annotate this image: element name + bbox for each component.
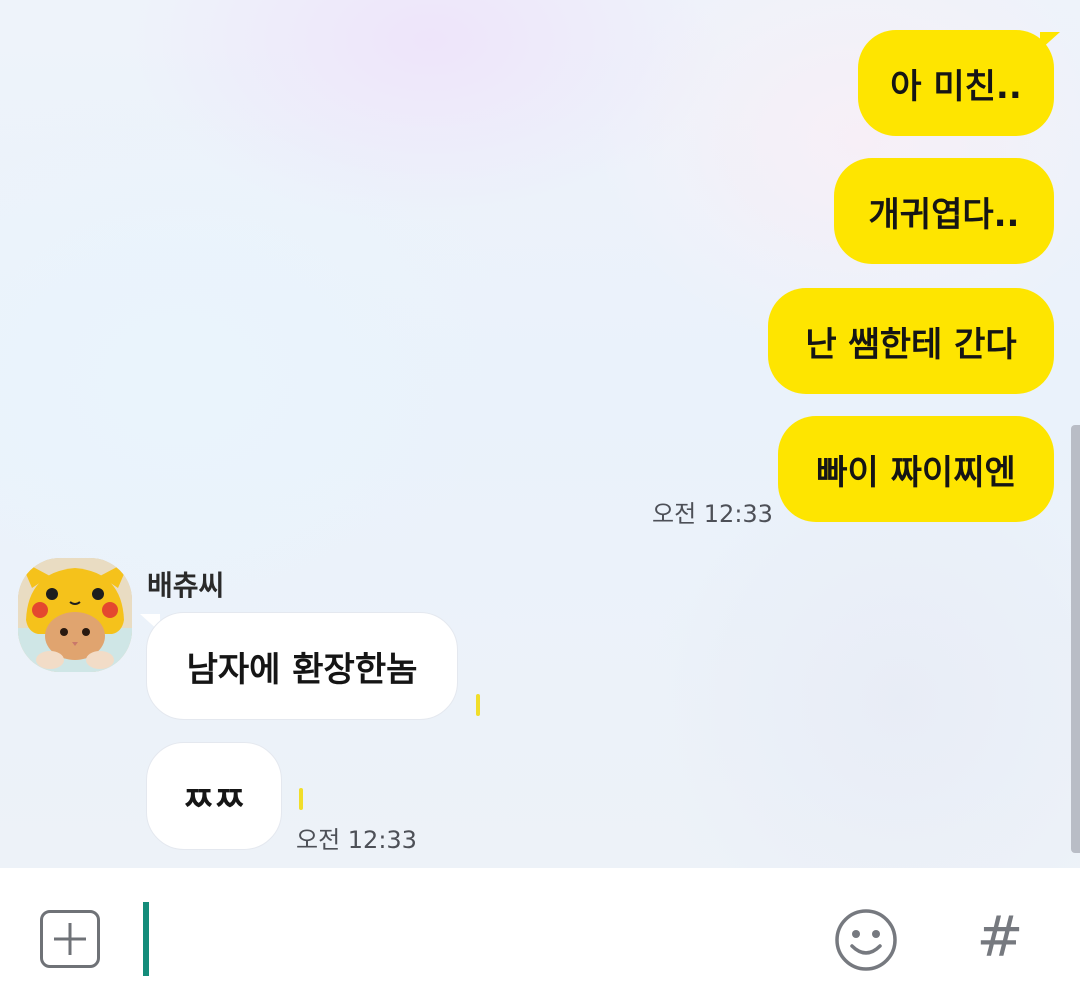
outgoing-message-1[interactable]: 아 미친.. (858, 30, 1054, 136)
incoming-message-2[interactable]: ㅉㅉ (146, 742, 282, 850)
message-text: 빠이 짜이찌엔 (816, 452, 1016, 493)
sender-name[interactable]: 배츄씨 (147, 564, 224, 604)
message-text: 남자에 환장한놈 (186, 649, 418, 690)
message-text: 난 쌤한테 간다 (805, 324, 1017, 365)
outgoing-message-3[interactable]: 난 쌤한테 간다 (768, 288, 1054, 394)
chat-message-area[interactable]: 아 미친.. 개귀엽다.. 난 쌤한테 간다 빠이 짜이찌엔 오전 12:33 (0, 0, 1080, 868)
hash-button[interactable]: # (968, 906, 1032, 970)
unread-indicator (299, 788, 303, 810)
emoji-icon (835, 909, 897, 971)
message-text: ㅉㅉ (182, 779, 246, 820)
unread-indicator (476, 694, 480, 716)
scrollbar[interactable] (1071, 425, 1080, 853)
cat-in-pikachu-hat-avatar-image (18, 558, 132, 672)
message-text: 아 미친.. (890, 66, 1022, 107)
message-input-field[interactable] (143, 902, 149, 976)
message-timestamp: 오전 12:33 (296, 826, 417, 854)
message-input-bar (0, 868, 1080, 999)
emoji-button[interactable] (834, 908, 898, 972)
outgoing-message-2[interactable]: 개귀엽다.. (834, 158, 1054, 264)
incoming-message-1[interactable]: 남자에 환장한놈 (146, 612, 458, 720)
attach-button[interactable] (40, 910, 100, 968)
outgoing-message-4[interactable]: 빠이 짜이찌엔 (778, 416, 1054, 522)
bubble-tail (1040, 32, 1060, 50)
message-timestamp: 오전 12:33 (652, 500, 773, 528)
message-text: 개귀엽다.. (868, 194, 1020, 235)
plus-icon (54, 923, 86, 955)
hash-icon: # (976, 905, 1024, 970)
sender-avatar[interactable] (18, 558, 132, 672)
